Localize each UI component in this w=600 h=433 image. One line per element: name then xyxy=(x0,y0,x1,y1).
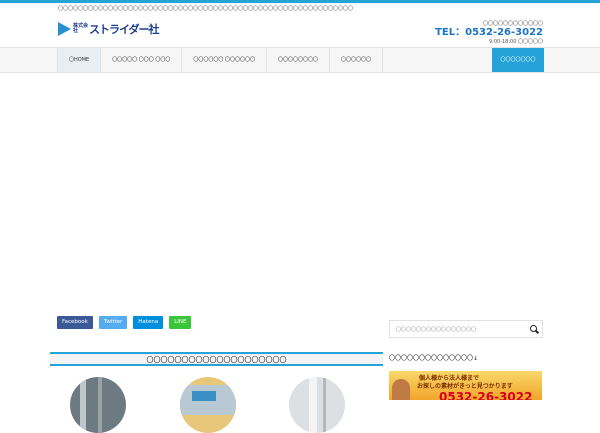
sidebar-banner[interactable]: 個人様から法人様まで お探しの素材がきっと見つかります 0532-26-3022 xyxy=(389,371,542,400)
site-tagline: 〇〇〇〇〇〇〇〇〇〇〇〇〇〇〇〇〇〇〇〇〇〇〇〇〇〇〇〇〇〇〇〇〇〇〇〇〇〇〇〇… xyxy=(58,6,354,12)
twitter-share-button[interactable]: Twitter xyxy=(98,316,128,329)
post-thumbnail[interactable] xyxy=(289,377,345,433)
sidebar-heading: 〇〇〇〇〇〇〇〇〇〇〇〇〇〇↓ xyxy=(389,355,479,362)
logo-company-name: ストライダー社 xyxy=(89,23,160,36)
hatena-share-button[interactable]: Hatena xyxy=(133,316,164,329)
share-buttons: Facebook Twitter Hatena LINE xyxy=(57,316,192,329)
nav-menu: 〇HOME 〇〇〇〇〇 〇〇〇 〇〇〇 〇〇〇〇〇〇 〇〇〇〇〇〇 〇〇〇〇〇〇… xyxy=(57,48,383,72)
site-logo[interactable]: 株式会社 ストライダー社 xyxy=(58,21,160,37)
search-icon[interactable] xyxy=(530,325,537,332)
nav-cta-button[interactable]: 〇〇〇〇〇〇〇 xyxy=(492,48,544,72)
nav-item-5[interactable]: 〇〇〇〇〇〇 xyxy=(328,48,383,72)
search-box[interactable]: 〇〇〇〇〇〇〇〇〇〇〇〇〇〇〇〇 xyxy=(389,320,543,338)
global-nav: 〇HOME 〇〇〇〇〇 〇〇〇 〇〇〇 〇〇〇〇〇〇 〇〇〇〇〇〇 〇〇〇〇〇〇… xyxy=(0,47,600,73)
contact-label: 〇〇〇〇〇〇〇〇〇〇〇〇 xyxy=(482,21,543,27)
nav-item-4[interactable]: 〇〇〇〇〇〇〇〇 xyxy=(265,48,329,72)
post-thumbnail[interactable] xyxy=(70,377,126,433)
line-share-button[interactable]: LINE xyxy=(169,316,192,329)
facebook-share-button[interactable]: Facebook xyxy=(57,316,93,329)
contact-phone[interactable]: TEL：0532-26-3022 xyxy=(435,27,543,38)
site-header: 株式会社 ストライダー社 〇〇〇〇〇〇〇〇〇〇〇〇 TEL：0532-26-30… xyxy=(0,15,600,48)
section-header: 〇〇〇〇〇〇〇〇〇〇〇〇〇〇〇〇〇〇〇〇 xyxy=(50,352,383,366)
section-title: 〇〇〇〇〇〇〇〇〇〇〇〇〇〇〇〇〇〇〇〇 xyxy=(146,356,287,364)
header-contact: 〇〇〇〇〇〇〇〇〇〇〇〇 TEL：0532-26-3022 9:00-18:00… xyxy=(435,20,543,45)
logo-arrow-icon xyxy=(58,22,71,36)
contact-hours: 9:00-18:00 〇〇〇〇〇 xyxy=(488,39,543,45)
post-thumbnail[interactable] xyxy=(180,377,236,433)
nav-item-2[interactable]: 〇〇〇〇〇 〇〇〇 〇〇〇 xyxy=(100,48,181,72)
nav-item-3[interactable]: 〇〇〇〇〇〇 〇〇〇〇〇〇 xyxy=(181,48,266,72)
logo-company-type: 株式会社 xyxy=(73,23,89,34)
banner-line-2: お探しの素材がきっと見つかります xyxy=(417,383,513,390)
search-input[interactable]: 〇〇〇〇〇〇〇〇〇〇〇〇〇〇〇〇 xyxy=(396,326,476,333)
nav-item-home[interactable]: 〇HOME xyxy=(57,48,101,72)
banner-phone: 0532-26-3022 xyxy=(439,390,533,400)
person-image xyxy=(392,379,410,400)
